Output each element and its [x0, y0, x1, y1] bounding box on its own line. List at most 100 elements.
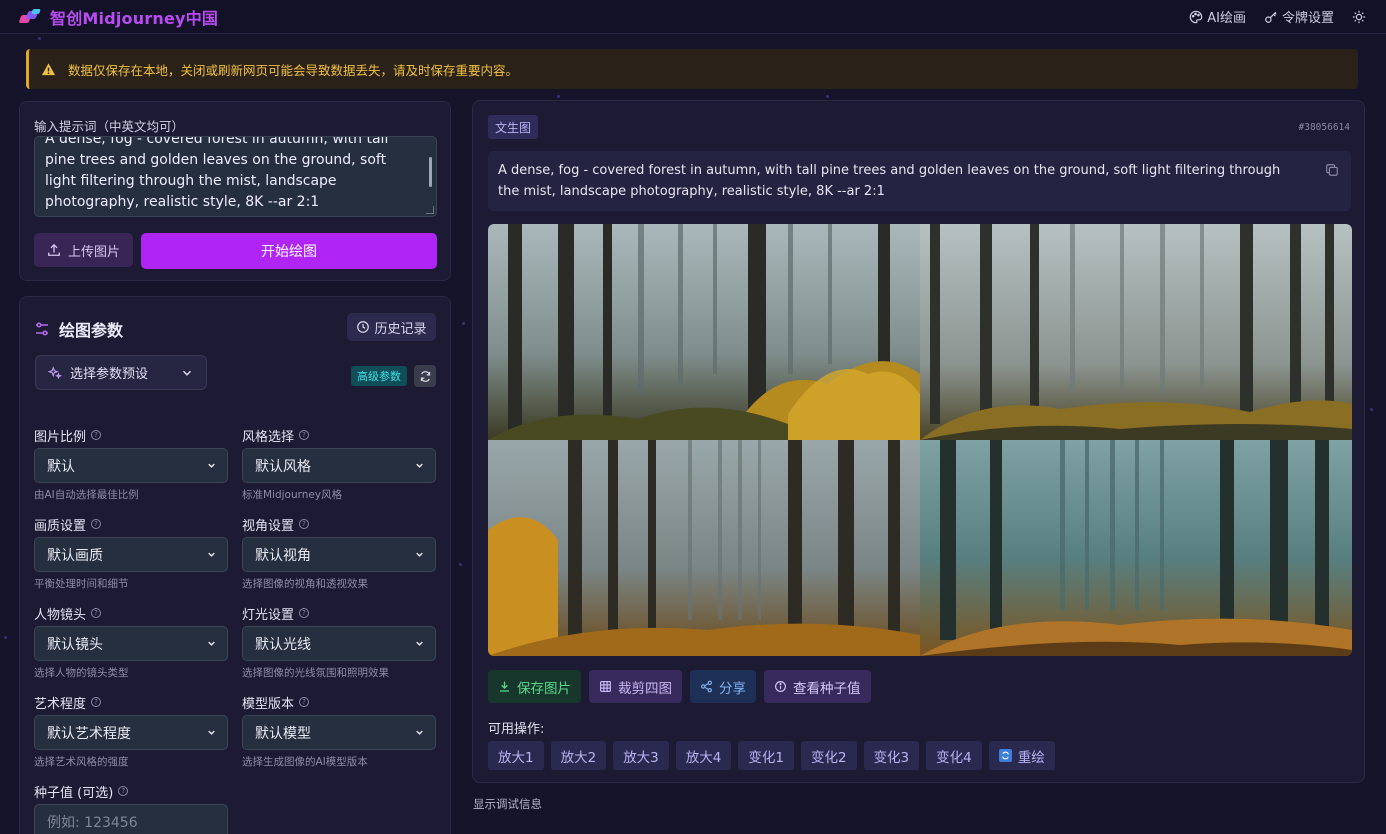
quality-select[interactable]: 默认画质 [34, 537, 228, 572]
help-icon[interactable]: ? [299, 430, 310, 440]
prompt-panel: 输入提示词（中英文均可） A dense, fog - covered fore… [19, 101, 451, 281]
show-debug-info-link[interactable]: 显示调试信息 [473, 796, 542, 812]
chevron-down-icon [208, 552, 215, 557]
brand-title: 智创Midjourney中国 [50, 8, 219, 28]
grid-icon [600, 681, 611, 692]
help-icon[interactable]: ? [91, 519, 102, 529]
variation-1-button[interactable]: 变化1 [738, 741, 794, 770]
reroll-button[interactable]: 重绘 [988, 741, 1055, 770]
variation-3-button[interactable]: 变化3 [863, 741, 920, 770]
result-prompt: A dense, fog - covered forest in autumn,… [488, 151, 1351, 211]
model-version-hint: 选择生成图像的AI模型版本 [242, 756, 368, 768]
forest-image-4 [920, 440, 1352, 656]
view-angle-field: 视角设置? 默认视角 选择图像的视角和透视效果 [242, 516, 436, 591]
help-icon[interactable]: ? [299, 608, 310, 618]
help-icon[interactable]: ? [91, 608, 102, 618]
style-label: 风格选择 [242, 429, 295, 445]
result-image-grid[interactable] [488, 224, 1352, 656]
chevron-down-icon [208, 641, 215, 646]
style-field: 风格选择? 默认风格 标准Midjourney风格 [242, 427, 436, 502]
upload-image-button[interactable]: 上传图片 [34, 233, 133, 267]
upscale-3-button[interactable]: 放大3 [613, 741, 669, 770]
copy-icon[interactable] [1325, 163, 1339, 177]
save-image-label: 保存图片 [517, 680, 571, 697]
download-icon [500, 681, 509, 692]
person-shot-select[interactable]: 默认镜头 [34, 626, 228, 661]
art-level-hint: 选择艺术风格的强度 [34, 756, 129, 768]
prompt-textarea[interactable]: A dense, fog - covered forest in autumn,… [34, 136, 437, 217]
help-icon[interactable]: ? [91, 430, 102, 440]
history-label: 历史记录 [374, 321, 427, 337]
variation-2-button[interactable]: 变化2 [800, 741, 857, 770]
refresh-icon [420, 370, 430, 382]
art-level-value: 默认艺术程度 [47, 725, 131, 742]
aspect-ratio-value: 默认 [47, 458, 75, 475]
chevron-down-icon [416, 641, 423, 646]
refresh-button[interactable] [414, 365, 436, 387]
key-icon [1265, 11, 1277, 23]
result-image-4[interactable] [920, 440, 1352, 656]
chevron-down-icon [183, 370, 191, 376]
person-shot-label: 人物镜头 [34, 607, 87, 623]
theme-toggle-button[interactable] [1352, 10, 1366, 24]
lighting-label: 灯光设置 [242, 607, 295, 623]
history-button[interactable]: 历史记录 [347, 313, 436, 341]
clock-icon [357, 321, 370, 333]
upscale-4-button[interactable]: 放大4 [675, 741, 732, 770]
help-icon[interactable]: ? [299, 519, 310, 529]
upscale-2-button[interactable]: 放大2 [550, 741, 607, 770]
result-image-3[interactable] [488, 440, 920, 656]
nav-ai-drawing-label: AI绘画 [1207, 11, 1246, 26]
seed-field: 种子值 (可选)? 例如: 123456 [34, 783, 228, 834]
model-version-label: 模型版本 [242, 696, 295, 712]
save-image-button[interactable]: 保存图片 [488, 670, 581, 703]
aspect-ratio-select[interactable]: 默认 [34, 448, 228, 483]
prompt-scrollbar[interactable] [429, 157, 432, 187]
preset-select[interactable]: 选择参数预设 [35, 355, 207, 390]
result-image-1[interactable] [488, 224, 920, 440]
variation-4-button[interactable]: 变化4 [926, 741, 982, 770]
view-angle-label: 视角设置 [242, 518, 295, 534]
nav-token-settings[interactable]: 令牌设置 [1264, 7, 1334, 26]
upscale-1-button[interactable]: 放大1 [488, 741, 544, 770]
model-version-field: 模型版本? 默认模型 选择生成图像的AI模型版本 [242, 694, 436, 769]
crop-four-button[interactable]: 裁剪四图 [589, 670, 682, 703]
chevron-down-icon [416, 463, 423, 468]
upload-icon [48, 243, 60, 256]
help-icon[interactable]: ? [91, 697, 102, 707]
warning-icon [41, 62, 56, 75]
result-image-2[interactable] [920, 224, 1352, 440]
chevron-down-icon [416, 552, 423, 557]
reroll-label: 重绘 [1017, 749, 1045, 766]
model-version-select[interactable]: 默认模型 [242, 715, 436, 750]
palette-icon [1190, 10, 1203, 23]
crop-four-label: 裁剪四图 [618, 680, 672, 697]
advanced-params-toggle[interactable]: 高级参数 [351, 366, 407, 386]
data-warning-alert: 数据仅保存在本地，关闭或刷新网页可能会导致数据丢失，请及时保存重要内容。 [26, 49, 1358, 89]
resize-handle-icon[interactable] [426, 206, 434, 214]
prompt-label: 输入提示词（中英文均可） [34, 119, 185, 134]
view-seed-button[interactable]: 查看种子值 [764, 670, 871, 703]
style-select[interactable]: 默认风格 [242, 448, 436, 483]
ops-row: 放大1 放大2 放大3 放大4 变化1 变化2 变化3 变化4 重绘 [488, 741, 1055, 770]
nav-ai-drawing[interactable]: AI绘画 [1189, 7, 1246, 26]
start-drawing-button[interactable]: 开始绘图 [141, 233, 437, 269]
help-icon[interactable]: ? [299, 697, 310, 707]
share-icon [701, 680, 712, 693]
forest-image-1 [488, 224, 920, 440]
seed-input[interactable]: 例如: 123456 [34, 804, 228, 834]
alert-text: 数据仅保存在本地，关闭或刷新网页可能会导致数据丢失，请及时保存重要内容。 [68, 62, 519, 78]
art-level-select[interactable]: 默认艺术程度 [34, 715, 228, 750]
view-angle-select[interactable]: 默认视角 [242, 537, 436, 572]
info-icon [775, 681, 786, 692]
lighting-select[interactable]: 默认光线 [242, 626, 436, 661]
sparkle-icon [48, 365, 62, 379]
brand[interactable]: 智创Midjourney中国 [18, 5, 219, 29]
params-title-text: 绘图参数 [59, 321, 124, 340]
upload-image-label: 上传图片 [67, 244, 120, 260]
forest-image-3 [488, 440, 920, 656]
share-button[interactable]: 分享 [690, 670, 756, 703]
quality-value: 默认画质 [47, 547, 103, 564]
aspect-ratio-field: 图片比例? 默认 由AI自动选择最佳比例 [34, 427, 228, 502]
help-icon[interactable]: ? [118, 786, 129, 796]
